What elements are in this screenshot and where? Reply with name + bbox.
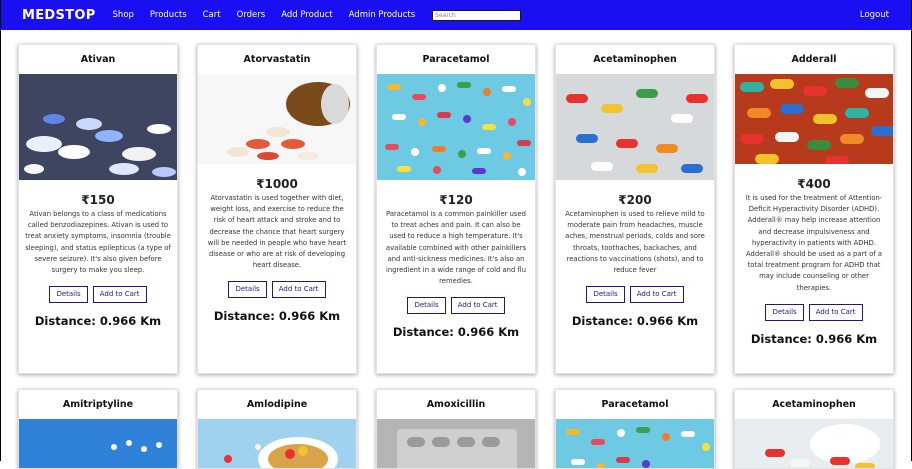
product-image [19,74,177,180]
product-image [735,419,893,468]
product-card: Amitriptyline [18,389,178,469]
product-distance: Distance: 0.966 Km [750,331,878,346]
product-price: ₹120 [439,193,473,207]
product-description: Acetaminophen is used to relieve mild to… [565,210,705,275]
brand-logo[interactable]: MEDSTOP [22,8,96,23]
product-distance: Distance: 0.966 Km [213,309,341,324]
product-price: ₹400 [797,177,831,191]
product-price: ₹1000 [256,177,298,191]
product-name: Amoxicillin [426,399,486,410]
nav-link-shop[interactable]: Shop [113,10,134,20]
nav-link-orders[interactable]: Orders [237,10,266,20]
search-input[interactable] [432,9,522,21]
product-description: It is used for the treatment of Attentio… [745,194,883,292]
product-image [556,419,714,468]
nav-link-add-product[interactable]: Add Product [281,10,332,20]
add-to-cart-button[interactable]: Add to Cart [92,286,147,304]
product-image [735,74,893,164]
details-button[interactable]: Details [228,281,267,299]
nav-link-cart[interactable]: Cart [203,10,221,20]
product-name: Amitriptyline [62,399,134,410]
details-button[interactable]: Details [407,297,446,315]
product-description: Atorvastatin is used together with diet,… [207,194,347,270]
product-name: Acetaminophen [593,54,677,65]
product-card: Paracetamol [376,44,536,374]
product-name: Acetaminophen [772,399,856,410]
product-description: Paracetamol is a common painkiller used … [385,210,527,286]
top-navbar: MEDSTOP Shop Products Cart Orders Add Pr… [1,0,911,30]
product-distance: Distance: 0.966 Km [34,314,162,329]
product-image [377,74,535,180]
product-image [198,419,356,468]
add-to-cart-button[interactable]: Add to Cart [450,297,505,315]
product-card: Ativan ₹150 Ativan belongs to a class of… [18,44,178,374]
product-card: Atorvastatin ₹1000 Atorvastatin is used … [197,44,357,374]
logout-link[interactable]: Logout [860,10,889,20]
product-image [19,419,177,468]
product-image [556,74,714,180]
product-price: ₹150 [81,193,115,207]
product-distance: Distance: 0.966 Km [571,314,699,329]
add-to-cart-button[interactable]: Add to Cart [629,286,684,304]
product-name: Atorvastatin [243,54,311,65]
product-card: Amoxicillin [376,389,536,469]
add-to-cart-button[interactable]: Add to Cart [271,281,326,299]
product-price: ₹200 [618,193,652,207]
details-button[interactable]: Details [49,286,88,304]
product-name: Amlodipine [246,399,308,410]
product-description: Ativan belongs to a class of medications… [25,210,171,275]
product-card: Amlodipine [197,389,357,469]
product-distance: Distance: 0.966 Km [392,325,520,340]
nav-link-products[interactable]: Products [150,10,187,20]
details-button[interactable]: Details [586,286,625,304]
product-name: Ativan [80,54,116,65]
product-card: Adderall ₹400 It is used for the treatme… [734,44,894,374]
product-card: Acetaminophen [734,389,894,469]
product-name: Paracetamol [601,399,669,410]
product-image [198,74,356,164]
product-name: Adderall [791,54,837,65]
add-to-cart-button[interactable]: Add to Cart [808,303,863,321]
product-image [377,419,535,468]
details-button[interactable]: Details [765,303,804,321]
product-card: Acetaminophen ₹200 Acetaminophen is used… [555,44,715,374]
product-name: Paracetamol [422,54,490,65]
nav-link-admin-products[interactable]: Admin Products [349,10,416,20]
product-card: Paracetamol [555,389,715,469]
